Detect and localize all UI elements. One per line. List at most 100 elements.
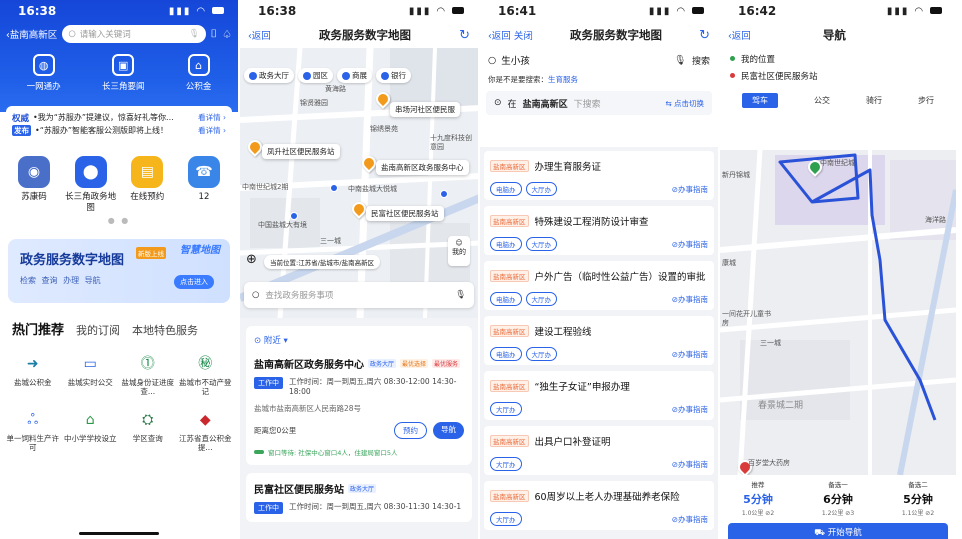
service-search-input[interactable]: ○ 查找政务服务事项 🎙 [244, 282, 474, 308]
news-row[interactable]: 权威 •我为“苏服办”提建议，惊喜好礼等你... 看详情 › [12, 111, 226, 124]
switch-region-button[interactable]: ⇆ 点击切换 [665, 98, 704, 109]
work-hours: 工作时间：周一到周五,周六 08:30-12:00 14:30-18:00 [289, 377, 457, 396]
nearby-filter[interactable]: ⊙ 附近 ▾ [254, 334, 464, 346]
refresh-icon[interactable]: ↻ [459, 28, 470, 43]
mode-bike[interactable]: 骑行 [866, 95, 882, 106]
result-title: 建设工程验线 [534, 327, 592, 338]
service-item[interactable]: ➜ 盐城公积金 [4, 354, 62, 396]
mode-drive[interactable]: 驾车 [742, 92, 778, 108]
guide-link[interactable]: ⊘办事指南 [672, 404, 708, 415]
back-button[interactable]: ‹返回 [728, 28, 751, 42]
result-item[interactable]: 盐南高新区 办理生育服务证 电脑办 大厅办 ⊘办事指南 [484, 151, 714, 200]
service-item[interactable]: ▭ 盐城实时公交 [62, 354, 120, 396]
search-button[interactable]: 搜索 [692, 54, 710, 67]
search-icon: ○ [68, 29, 76, 39]
mode-bus[interactable]: 公交 [814, 95, 830, 106]
app-tile[interactable]: ◉ 苏康码 [8, 156, 60, 214]
service-item[interactable]: ⓵ 盐城身份证进度查... [119, 354, 177, 397]
mine-button[interactable]: ☺ 我的 [448, 236, 470, 266]
top-shortcut[interactable]: ▣ 长三角要闻 [102, 54, 145, 92]
map-label[interactable]: 凤升社区便民服务站 [262, 144, 340, 159]
map-filter-chip[interactable]: 商展 [337, 68, 372, 83]
map-filter-chip[interactable]: 园区 [298, 68, 333, 83]
service-item[interactable]: ◆ 江苏省直公积金提... [177, 410, 235, 453]
bell-icon[interactable]: ♤ [222, 28, 232, 41]
refresh-icon[interactable]: ↻ [699, 28, 710, 43]
search-input[interactable]: ○ 生小孩 🎙 [488, 53, 686, 68]
top-shortcut[interactable]: ◍ 一网通办 [27, 54, 61, 92]
result-item[interactable]: 盐南高新区 出具户口补登证明 大厅办 ⊘办事指南 [484, 426, 714, 475]
close-button[interactable]: 关闭 [514, 31, 533, 42]
app-tile[interactable]: ▤ 在线预约 [121, 156, 173, 214]
result-item[interactable]: 盐南高新区 60周岁以上老人办理基础养老保险 大厅办 ⊘办事指南 [484, 481, 714, 530]
service-item[interactable]: ⌂ 中小学学校设立 [62, 410, 120, 452]
fund-icon: ⌂ [187, 54, 210, 76]
nav-back-group: ‹返回 关闭 [488, 28, 533, 42]
map-label[interactable]: 民富社区便民服务站 [366, 206, 444, 221]
mic-icon[interactable]: 🎙 [674, 55, 686, 66]
map-label[interactable]: 串场河社区便民服 [390, 102, 460, 117]
search-input[interactable]: ○ 请输入关键词 🎙 [62, 25, 206, 43]
scan-icon[interactable]: ⌷ [211, 27, 218, 41]
app-tile[interactable]: ☎ 12 [178, 156, 230, 214]
queue-text: 窗口等待: 社保中心窗口4人，住建局窗口5人 [268, 449, 398, 457]
result-item[interactable]: 盐南高新区 户外广告（临时性公益广告）设置的审批 电脑办 大厅办 ⊘办事指南 [484, 261, 714, 310]
map-filter-chip[interactable]: 政务大厅 [244, 68, 294, 83]
back-button[interactable]: ‹返回 [248, 28, 271, 42]
result-item[interactable]: 盐南高新区 特殊建设工程消防设计审查 电脑办 大厅办 ⊘办事指南 [484, 206, 714, 255]
phone-map: 16:38 ▮▮▮ ◠ ‹返回 政务服务数字地图 ↻ 政务大厅 园区 商展银行 … [240, 0, 480, 539]
tab-local[interactable]: 本地特色服务 [132, 322, 198, 338]
route-option[interactable]: 推荐 5分钟 1.0公里 ⊘2 [728, 479, 788, 517]
mic-icon[interactable]: 🎙 [455, 290, 466, 300]
news-ticker[interactable]: 权威 •我为“苏服办”提建议，惊喜好礼等你... 看详情 › 发布 •“苏服办”智能客服… [6, 106, 232, 142]
home-tabs: 热门推荐 我的订阅 本地特色服务 [0, 303, 238, 338]
navigate-button[interactable]: 导航 [433, 422, 464, 439]
start-navigation-button[interactable]: ⛟ 开始导航 [728, 523, 948, 539]
back-button[interactable]: ‹返回 [488, 31, 511, 42]
news-link[interactable]: 看详情 › [198, 125, 226, 136]
map-banner[interactable]: 智慧地图 政务服务数字地图 新版上线 检索 查询 办理 导航 点击进入 [8, 239, 230, 303]
tab-hot[interactable]: 热门推荐 [12, 319, 64, 338]
region-selector[interactable]: ‹盐南高新区 [6, 27, 57, 41]
locate-icon[interactable]: ⊕ [246, 252, 257, 267]
status-time: 16:42 [738, 4, 777, 18]
mic-icon[interactable]: 🎙 [189, 29, 200, 39]
service-center-card[interactable]: ⊙ 附近 ▾ 盐南高新区政务服务中心 政务大厅 最优选择 最优服务 工作中 工作… [246, 326, 472, 465]
route-from[interactable]: 我的位置 [730, 50, 946, 67]
result-item[interactable]: 盐南高新区 建设工程验线 电脑办 大厅办 ⊘办事指南 [484, 316, 714, 365]
guide-link[interactable]: ⊘办事指南 [672, 514, 708, 525]
region-tag: 盐南高新区 [490, 325, 529, 337]
top-shortcuts: ◍ 一网通办 ▣ 长三角要闻 ⌂ 公积金 [0, 46, 238, 92]
result-title-row: 盐南高新区 建设工程验线 [490, 324, 708, 338]
guide-link[interactable]: ⊘办事指南 [672, 459, 708, 470]
result-item[interactable]: 盐南高新区 “独生子女证”申报办理 大厅办 ⊘办事指南 [484, 371, 714, 420]
news-link[interactable]: 看详情 › [198, 112, 226, 123]
guide-link[interactable]: ⊘办事指南 [672, 349, 708, 360]
card-tag: 最优选择 [400, 359, 429, 368]
to-label: 民富社区便民服务站 [741, 71, 818, 82]
service-label: 盐城实时公交 [67, 378, 113, 387]
guide-link[interactable]: ⊘办事指南 [672, 239, 708, 250]
route-option[interactable]: 备选一 6分钟 1.2公里 ⊘3 [808, 479, 868, 517]
banner-enter-button[interactable]: 点击进入 [174, 275, 214, 289]
mode-walk[interactable]: 步行 [918, 95, 934, 106]
guide-link[interactable]: ⊘办事指南 [672, 294, 708, 305]
service-item[interactable]: ஃ 单一饲料生产许可 [4, 410, 62, 453]
service-station-card[interactable]: 民富社区便民服务站 政务大厅 工作中 工作时间：周一到周五,周六 08:30-1… [246, 473, 472, 522]
reserve-button[interactable]: 预约 [394, 422, 427, 439]
channel-pill: 电脑办 [490, 347, 522, 361]
tab-subscribed[interactable]: 我的订阅 [76, 322, 120, 338]
guide-link[interactable]: ⊘办事指南 [672, 184, 708, 195]
route-option[interactable]: 备选二 5分钟 1.1公里 ⊘2 [888, 479, 948, 517]
news-row[interactable]: 发布 •“苏服办”智能客服公测版即将上线！ 看详情 › [12, 124, 226, 137]
channel-pill: 大厅办 [490, 402, 522, 416]
top-shortcut[interactable]: ⌂ 公积金 [186, 54, 211, 92]
map-label[interactable]: 盐南高新区政务服务中心 [376, 160, 469, 175]
result-footer: 大厅办 ⊘办事指南 [490, 512, 708, 526]
service-item[interactable]: ㊙盐城市不动产登记 [177, 354, 235, 397]
app-tile[interactable]: ⬤ 长三角政务地图 [65, 156, 117, 214]
service-item[interactable]: ⛭ 学区查询 [119, 410, 177, 452]
route-to[interactable]: 民富社区便民服务站 [730, 67, 946, 84]
map-filter-chip[interactable]: 银行 [376, 68, 411, 83]
suggest-term[interactable]: 生育服务 [548, 75, 578, 84]
